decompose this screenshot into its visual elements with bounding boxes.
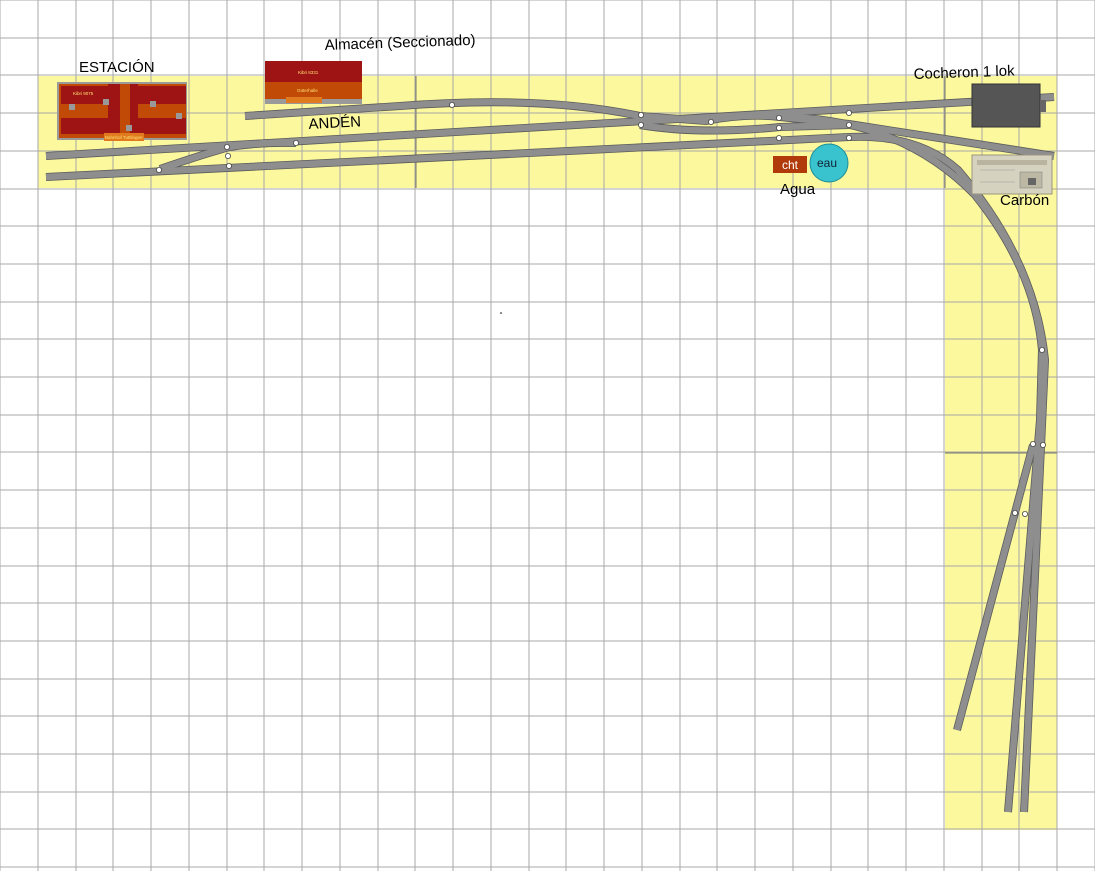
warehouse-building: Kibri 8331 Güterhalle bbox=[265, 61, 362, 104]
tracks bbox=[45, 93, 1055, 813]
turnout-marker bbox=[846, 110, 853, 117]
turnout-marker bbox=[1022, 510, 1029, 517]
turnout-marker bbox=[638, 122, 645, 129]
turnout-marker bbox=[448, 102, 455, 109]
label-coal: Carbón bbox=[1000, 192, 1050, 209]
water-crane-label: cht bbox=[782, 158, 799, 172]
label-station: ESTACIÓN bbox=[79, 59, 155, 76]
warehouse-sign-bottom: Güterhalle bbox=[297, 88, 318, 93]
turnout-marker bbox=[224, 152, 231, 159]
water-tower-label: eau bbox=[817, 156, 837, 170]
turnout-marker bbox=[1030, 440, 1037, 447]
station-building: Kibri 9075 Bahnhof Tuttlingen bbox=[57, 82, 187, 141]
track-main-lower bbox=[45, 133, 1049, 813]
station-sign-bottom: Bahnhof Tuttlingen bbox=[105, 135, 143, 140]
coal-stage bbox=[971, 154, 1053, 195]
turnout-marker bbox=[225, 162, 232, 169]
turnout-marker bbox=[846, 134, 853, 141]
turnout-marker bbox=[1040, 441, 1047, 448]
stray-dot bbox=[500, 312, 502, 314]
turnout-marker bbox=[776, 134, 783, 141]
label-engine-shed: Cocheron 1 lok bbox=[913, 62, 1015, 83]
turnout-marker bbox=[708, 119, 715, 126]
warehouse-sign-top: Kibri 8331 bbox=[298, 70, 319, 75]
turnout-marker bbox=[1012, 509, 1019, 516]
layout-plan: Kibri 9075 Bahnhof Tuttlingen Kibri 8331… bbox=[0, 0, 1095, 871]
turnout-marker bbox=[846, 122, 853, 129]
label-platform: ANDÉN bbox=[308, 113, 362, 133]
turnout-marker bbox=[776, 115, 783, 122]
turnout-marker bbox=[155, 166, 162, 173]
turnout-marker bbox=[638, 112, 645, 119]
turnout-marker bbox=[776, 125, 783, 132]
turnout-marker bbox=[223, 143, 230, 150]
turnout-marker bbox=[1039, 346, 1046, 353]
turnout-marker bbox=[292, 139, 299, 146]
label-water: Agua bbox=[780, 181, 816, 198]
engine-shed bbox=[971, 83, 1046, 128]
station-sign-top: Kibri 9075 bbox=[73, 91, 94, 96]
